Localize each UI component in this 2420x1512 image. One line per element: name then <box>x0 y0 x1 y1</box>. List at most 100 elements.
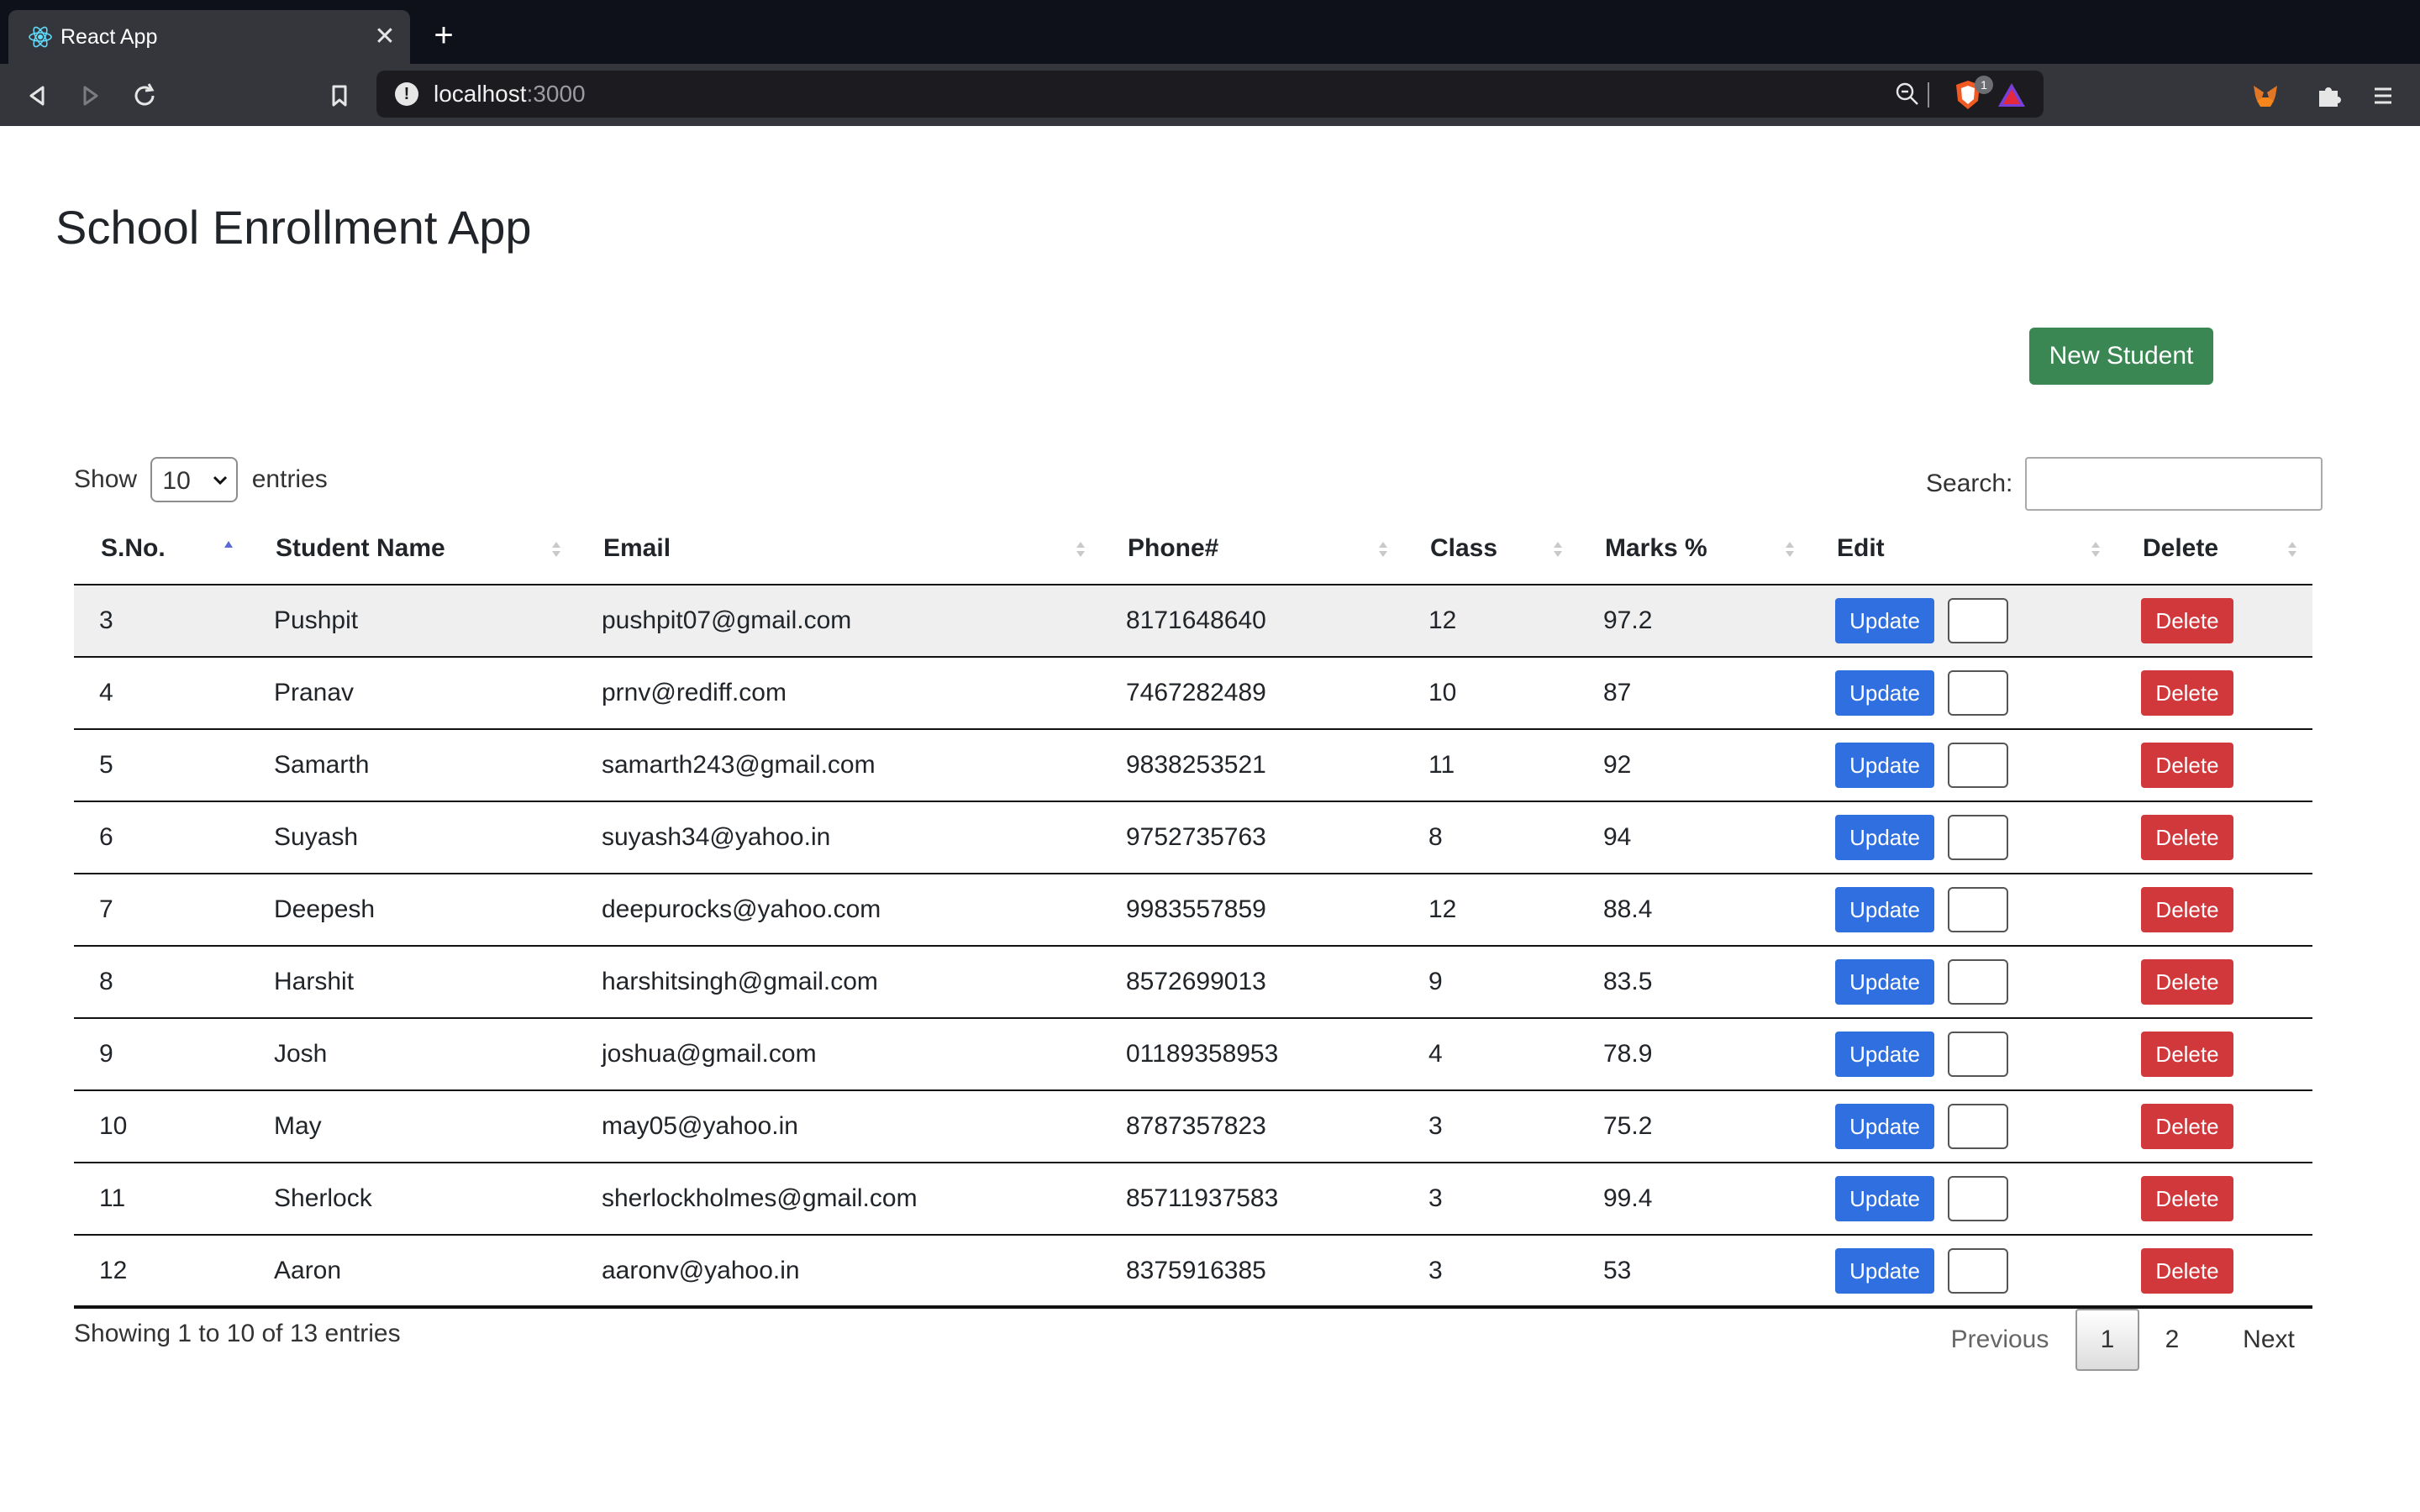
cell-delete: Delete <box>2116 1090 2312 1163</box>
cell-name: Aaron <box>249 1235 576 1309</box>
edit-input[interactable] <box>1948 743 2008 788</box>
cell-class: 11 <box>1403 729 1578 802</box>
cell-phone: 9752735763 <box>1101 801 1403 874</box>
cell-delete: Delete <box>2116 1163 2312 1236</box>
update-button[interactable]: Update <box>1835 959 1934 1005</box>
delete-button[interactable]: Delete <box>2141 743 2233 788</box>
next-page-button[interactable]: Next <box>2218 1309 2319 1371</box>
tab-title: React App <box>60 25 158 49</box>
extensions-puzzle-icon[interactable] <box>2312 79 2346 113</box>
cell-edit: Update <box>1810 585 2116 658</box>
cell-phone: 9838253521 <box>1101 729 1403 802</box>
cell-email: samarth243@gmail.com <box>576 729 1101 802</box>
site-info-icon[interactable]: ! <box>395 82 418 106</box>
cell-sno: 12 <box>74 1235 249 1309</box>
menu-icon[interactable] <box>2366 79 2400 113</box>
entries-length-value: 10 <box>162 467 191 495</box>
page-button-1[interactable]: 1 <box>2075 1309 2139 1371</box>
delete-button[interactable]: Delete <box>2141 670 2233 716</box>
students-table: S.No. Student Name Email Phone# Class Ma… <box>74 512 2312 1309</box>
new-tab-icon[interactable]: + <box>427 18 460 52</box>
metamask-icon[interactable] <box>2249 79 2282 113</box>
edit-input[interactable] <box>1948 815 2008 860</box>
address-bar[interactable]: ! localhost:3000 1 <box>376 71 2044 118</box>
cell-sno: 4 <box>74 657 249 730</box>
delete-button[interactable]: Delete <box>2141 598 2233 643</box>
cell-phone: 8171648640 <box>1101 585 1403 658</box>
update-button[interactable]: Update <box>1835 1176 1934 1221</box>
column-header-student-name[interactable]: Student Name <box>249 512 576 585</box>
cell-phone: 01189358953 <box>1101 1018 1403 1091</box>
browser-tab[interactable]: React App ✕ <box>8 10 410 64</box>
update-button[interactable]: Update <box>1835 1247 1934 1294</box>
column-header-delete[interactable]: Delete <box>2116 512 2312 585</box>
table-row: 8 Harshit harshitsingh@gmail.com 8572699… <box>74 946 2312 1019</box>
column-header-marks[interactable]: Marks % <box>1578 512 1810 585</box>
previous-page-button[interactable]: Previous <box>1933 1309 2067 1371</box>
update-button[interactable]: Update <box>1835 1032 1934 1077</box>
edit-input[interactable] <box>1948 1247 2008 1294</box>
cell-name: Pranav <box>249 657 576 730</box>
column-header-class[interactable]: Class <box>1403 512 1578 585</box>
edit-input[interactable] <box>1948 887 2008 932</box>
update-button[interactable]: Update <box>1835 815 1934 860</box>
delete-button[interactable]: Delete <box>2141 815 2233 860</box>
cell-name: Samarth <box>249 729 576 802</box>
edit-input[interactable] <box>1948 1176 2008 1221</box>
cell-sno: 8 <box>74 946 249 1019</box>
url-text[interactable]: localhost:3000 <box>434 81 586 108</box>
browser-toolbar: ! localhost:3000 1 <box>0 64 2420 126</box>
edit-input[interactable] <box>1948 598 2008 643</box>
react-logo-icon <box>29 26 52 48</box>
cell-class: 3 <box>1403 1090 1578 1163</box>
delete-button[interactable]: Delete <box>2141 1104 2233 1149</box>
cell-class: 4 <box>1403 1018 1578 1091</box>
update-button[interactable]: Update <box>1835 598 1934 643</box>
delete-button[interactable]: Delete <box>2141 1032 2233 1077</box>
search-input[interactable] <box>2024 457 2323 511</box>
update-button[interactable]: Update <box>1835 1104 1934 1149</box>
delete-button[interactable]: Delete <box>2141 887 2233 932</box>
show-label: Show <box>74 465 138 493</box>
bookmark-icon[interactable] <box>323 79 356 113</box>
forward-icon[interactable] <box>74 79 108 113</box>
delete-button[interactable]: Delete <box>2141 1247 2233 1294</box>
column-header-edit[interactable]: Edit <box>1810 512 2116 585</box>
cell-class: 12 <box>1403 585 1578 658</box>
update-button[interactable]: Update <box>1835 743 1934 788</box>
cell-edit: Update <box>1810 801 2116 874</box>
entries-length-select[interactable]: 10 <box>150 457 239 502</box>
new-student-button[interactable]: New Student <box>2029 328 2213 385</box>
edit-input[interactable] <box>1948 1032 2008 1077</box>
column-header-email[interactable]: Email <box>576 512 1101 585</box>
cell-sno: 9 <box>74 1018 249 1091</box>
edit-input[interactable] <box>1948 670 2008 716</box>
delete-button[interactable]: Delete <box>2141 1176 2233 1221</box>
reload-icon[interactable] <box>128 79 161 113</box>
close-tab-icon[interactable]: ✕ <box>368 20 402 54</box>
table-row: 3 Pushpit pushpit07@gmail.com 8171648640… <box>74 585 2312 658</box>
cell-class: 3 <box>1403 1235 1578 1309</box>
cell-delete: Delete <box>2116 585 2312 658</box>
cell-edit: Update <box>1810 1018 2116 1091</box>
brave-rewards-icon[interactable] <box>1996 81 2027 109</box>
edit-input[interactable] <box>1948 1104 2008 1149</box>
zoom-out-icon[interactable] <box>1894 81 1921 108</box>
sort-icon <box>2091 542 2100 557</box>
delete-button[interactable]: Delete <box>2141 959 2233 1005</box>
cell-sno: 3 <box>74 585 249 658</box>
sort-icon <box>1076 542 1085 557</box>
cell-sno: 10 <box>74 1090 249 1163</box>
column-header-phone[interactable]: Phone# <box>1101 512 1403 585</box>
table-row: 11 Sherlock sherlockholmes@gmail.com 857… <box>74 1163 2312 1236</box>
edit-input[interactable] <box>1948 959 2008 1005</box>
cell-sno: 6 <box>74 801 249 874</box>
update-button[interactable]: Update <box>1835 887 1934 932</box>
cell-email: suyash34@yahoo.in <box>576 801 1101 874</box>
page-button-2[interactable]: 2 <box>2143 1309 2202 1371</box>
update-button[interactable]: Update <box>1835 670 1934 716</box>
back-icon[interactable] <box>20 79 54 113</box>
cell-name: Harshit <box>249 946 576 1019</box>
column-header-sno[interactable]: S.No. <box>74 512 249 585</box>
shield-count-badge: 1 <box>1975 76 1993 94</box>
